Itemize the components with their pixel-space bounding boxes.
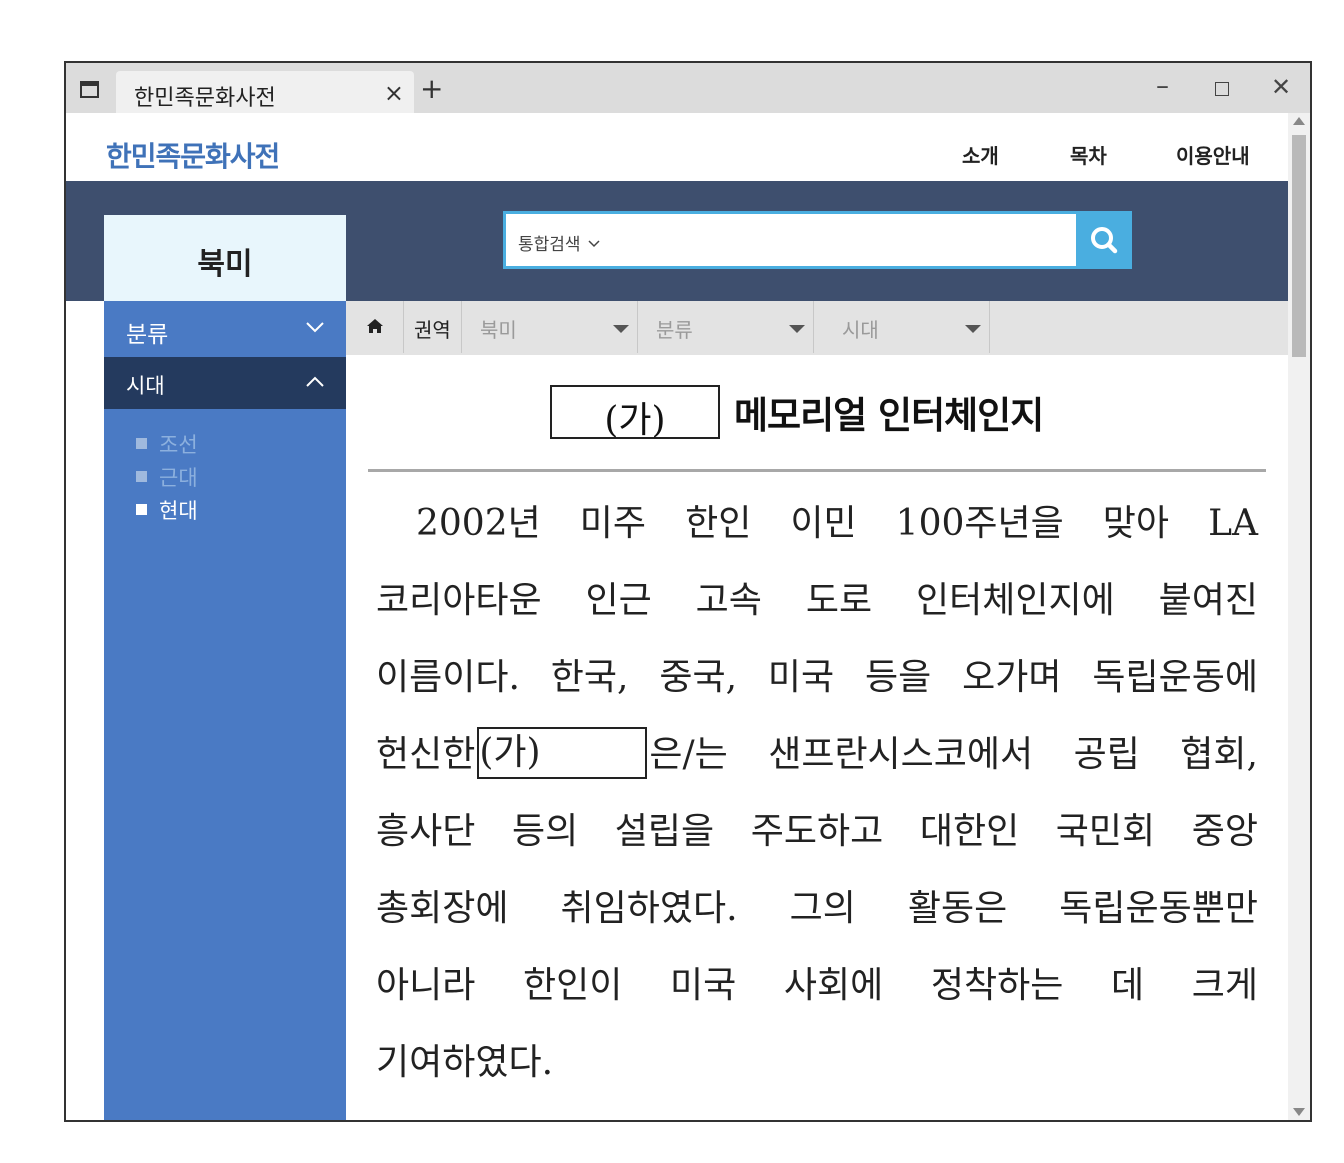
body-line: 이름이다. 한국, 중국, 미국 등을 오가며 독립운동에 — [376, 657, 1258, 698]
tab-close-icon[interactable]: × — [384, 79, 404, 107]
bullet-square-icon — [136, 504, 147, 515]
home-icon — [367, 319, 383, 333]
minimize-button[interactable]: – — [1156, 71, 1169, 101]
sidebar-item-label: 조선 — [159, 433, 198, 457]
region-title: 북미 — [197, 247, 253, 282]
inline-blank-box: (가) — [477, 727, 648, 779]
sidebar-era-toggle[interactable]: 시대 — [104, 357, 346, 409]
breadcrumb-era-dropdown[interactable]: 시대 — [814, 301, 990, 353]
breadcrumb-category-text: 분류 — [656, 318, 693, 342]
chevron-up-icon — [306, 376, 324, 387]
chevron-down-icon — [306, 322, 324, 333]
breadcrumb-era-text: 시대 — [842, 318, 879, 342]
breadcrumb-region-label-text: 권역 — [414, 318, 451, 342]
nav-toc[interactable]: 목차 — [1070, 140, 1107, 169]
breadcrumb: 권역 북미 분류 시대 — [346, 301, 1288, 355]
sidebar-category-label: 분류 — [126, 322, 169, 348]
chevron-down-icon — [588, 240, 600, 248]
body-line: 아니라 한인이 미국 사회에 정착하는 데 크게 — [376, 965, 1258, 1006]
caret-down-icon — [613, 325, 629, 333]
sidebar-item-label: 현대 — [159, 499, 198, 523]
body-segment: 은/는 샌프란시스코에서 공립 협회, — [649, 734, 1258, 775]
close-window-button[interactable]: ✕ — [1271, 73, 1291, 101]
breadcrumb-region-label: 권역 — [404, 301, 462, 353]
caret-down-icon — [965, 325, 981, 333]
body-segment: 헌신한 — [376, 734, 476, 775]
search-button[interactable] — [1076, 211, 1132, 269]
title-divider — [368, 469, 1266, 472]
breadcrumb-home[interactable] — [346, 301, 404, 353]
sidebar-item-joseon[interactable]: 조선 — [136, 429, 198, 462]
browser-tab[interactable]: 한민족문화사전 × — [116, 71, 414, 113]
vertical-scrollbar[interactable] — [1288, 113, 1310, 1120]
maximize-button[interactable] — [1215, 82, 1229, 96]
sidebar-item-modern-early[interactable]: 근대 — [136, 462, 198, 495]
page-content: 한민족문화사전 소개 목차 이용안내 북미 통합검색 분류 시대 조선 근대 현… — [66, 113, 1288, 1120]
sidebar-era-list: 조선 근대 현대 — [136, 429, 198, 528]
scroll-up-arrow-icon[interactable] — [1293, 117, 1305, 125]
body-line: 총회장에 취임하였다. 그의 활동은 독립운동뿐만 — [376, 888, 1258, 929]
search-type-label: 통합검색 — [518, 235, 581, 255]
inline-blank-label: (가) — [479, 732, 541, 773]
browser-window: 한민족문화사전 × + – ✕ 한민족문화사전 소개 목차 이용안내 북미 통합… — [64, 61, 1312, 1122]
article-title: 메모리얼 인터체인지 — [734, 394, 1044, 437]
body-line: 2002년 미주 한인 이민 100주년을 맞아 LA — [416, 503, 1258, 544]
breadcrumb-region-dropdown[interactable]: 북미 — [462, 301, 638, 353]
sidebar-era-label: 시대 — [126, 374, 165, 398]
search-input[interactable] — [616, 222, 1066, 258]
breadcrumb-category-dropdown[interactable]: 분류 — [638, 301, 814, 353]
bullet-square-icon — [136, 471, 147, 482]
body-line-with-blank: 헌신한 (가) 은/는 샌프란시스코에서 공립 협회, — [376, 716, 1258, 793]
search-type-dropdown[interactable]: 통합검색 — [518, 230, 600, 255]
bullet-square-icon — [136, 438, 147, 449]
title-blank-box: (가) — [550, 385, 720, 441]
body-line: 흥사단 등의 설립을 주도하고 대한인 국민회 중앙 — [376, 811, 1258, 852]
title-bar: 한민족문화사전 × + – ✕ — [66, 63, 1310, 113]
article: (가) 메모리얼 인터체인지 2002년 미주 한인 이민 100주년을 맞아 … — [346, 355, 1288, 1120]
new-tab-button[interactable]: + — [420, 75, 443, 103]
title-blank-label: (가) — [604, 400, 666, 441]
body-line: 코리아타운 인근 고속 도로 인터체인지에 붙여진 — [376, 580, 1258, 621]
body-line: 기여하였다. — [376, 1042, 554, 1083]
article-body: 2002년 미주 한인 이민 100주년을 맞아 LA 코리아타운 인근 고속 … — [376, 485, 1258, 1101]
site-logo[interactable]: 한민족문화사전 — [106, 135, 280, 175]
tab-title: 한민족문화사전 — [134, 86, 276, 111]
nav-intro[interactable]: 소개 — [962, 140, 999, 169]
sidebar: 분류 시대 조선 근대 현대 — [104, 301, 346, 1120]
nav-guide[interactable]: 이용안내 — [1176, 140, 1250, 169]
search-icon — [1091, 227, 1118, 254]
sidebar-category-toggle[interactable]: 분류 — [104, 301, 346, 355]
breadcrumb-region-text: 북미 — [480, 318, 517, 342]
caret-down-icon — [789, 325, 805, 333]
sidebar-item-contemporary[interactable]: 현대 — [136, 495, 198, 528]
region-header: 북미 — [104, 215, 346, 301]
sidebar-item-label: 근대 — [159, 466, 198, 490]
scroll-down-arrow-icon[interactable] — [1293, 1108, 1305, 1116]
search-bar: 통합검색 — [503, 211, 1132, 269]
window-icon — [80, 81, 99, 98]
scroll-thumb[interactable] — [1292, 135, 1306, 357]
